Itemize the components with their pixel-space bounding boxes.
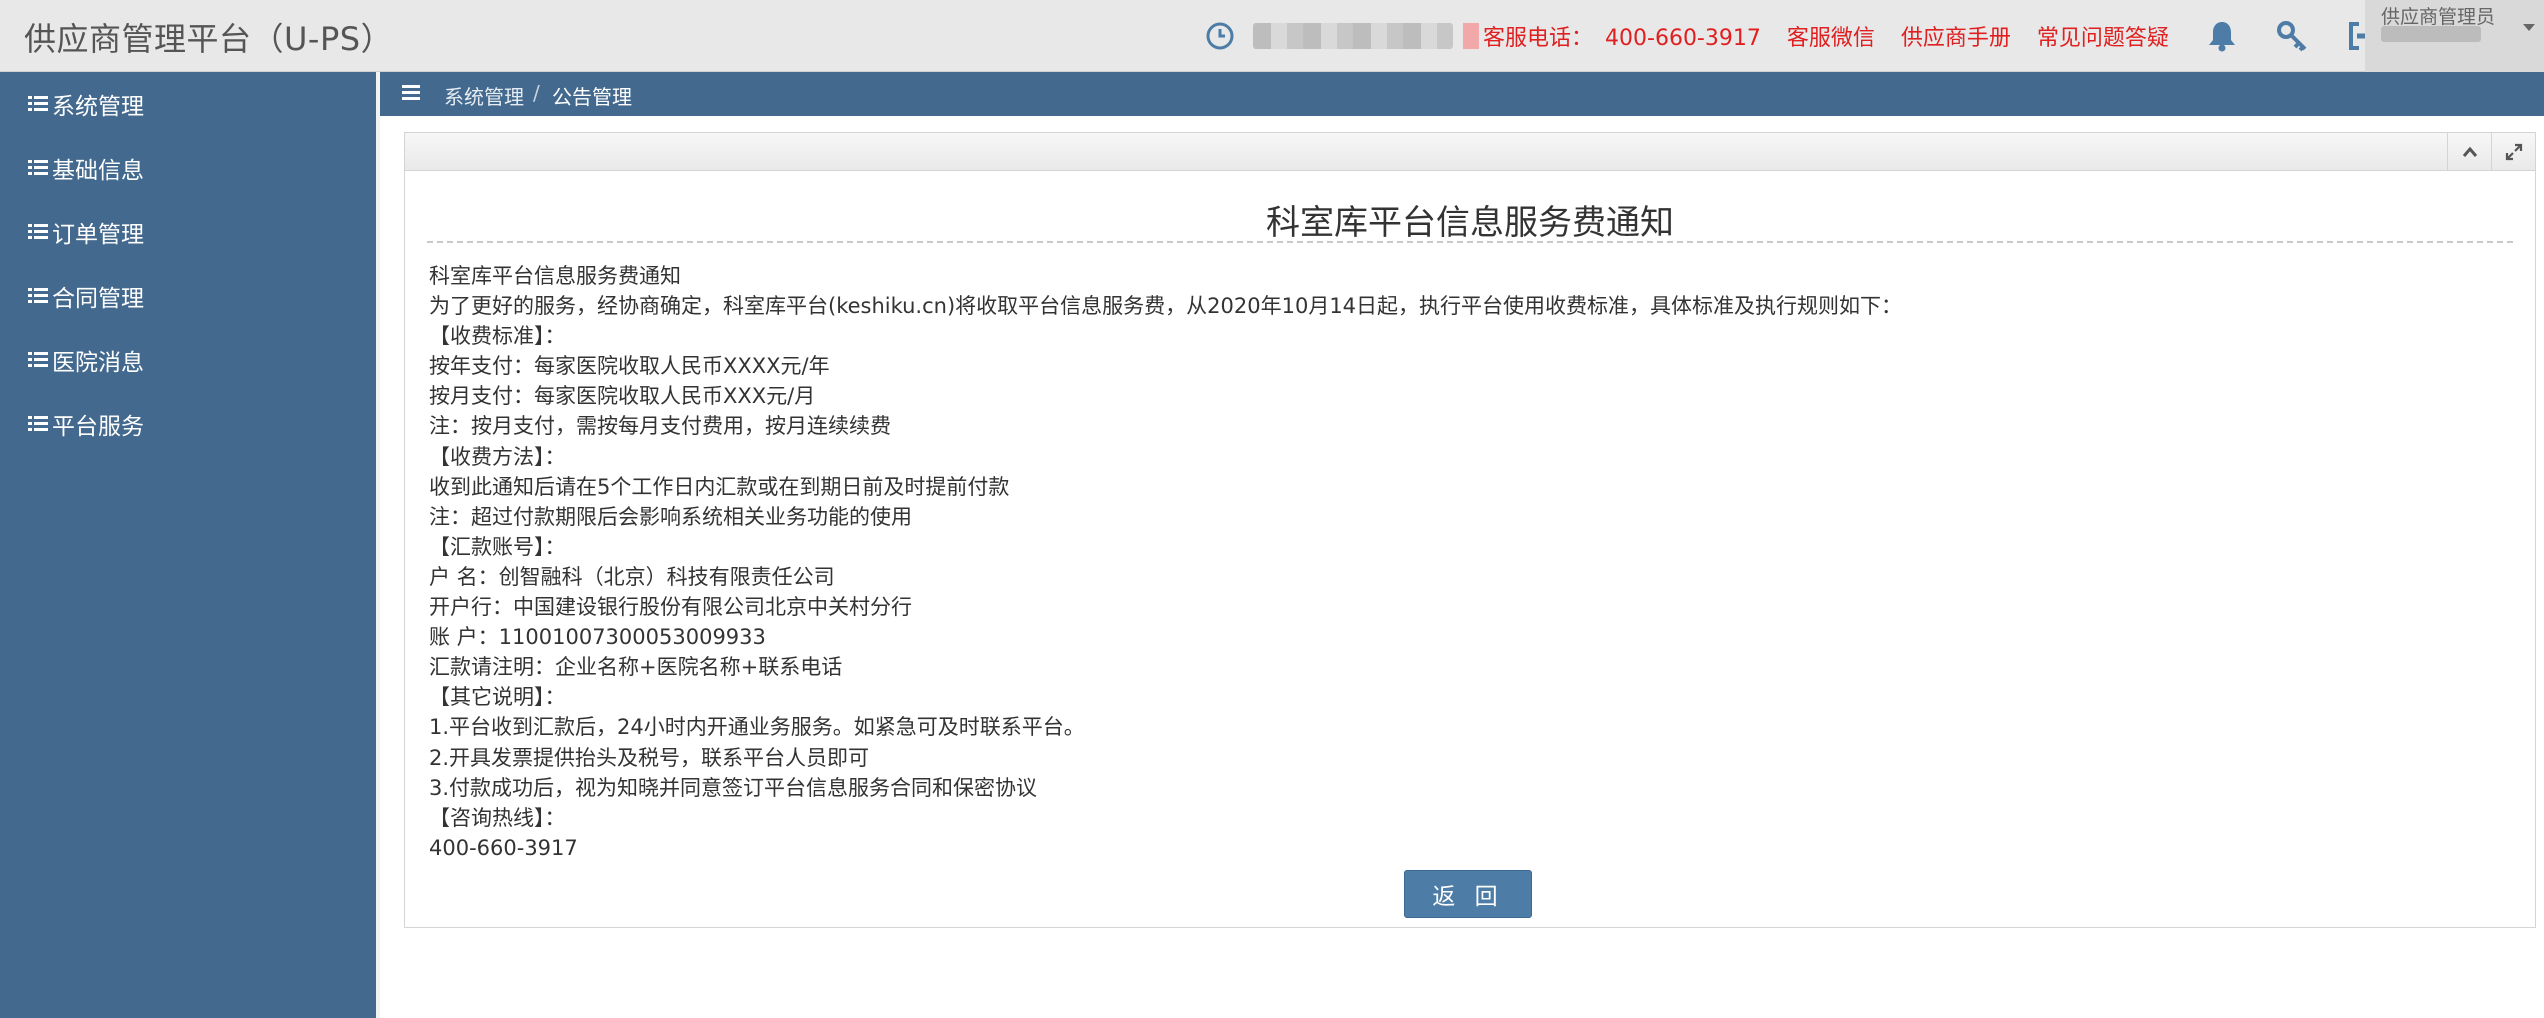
bell-icon[interactable] (2205, 19, 2239, 53)
top-navbar: 供应商管理平台（U-PS） 客服电话： 400-660-3917 客服微信 供应商… (0, 0, 2544, 72)
sidebar-item-basic-info[interactable]: 基础信息 (28, 148, 144, 188)
faq-link[interactable]: 常见问题答疑 (2037, 20, 2169, 52)
sidebar-item-orders[interactable]: 订单管理 (28, 212, 144, 252)
sidebar-item-platform-services[interactable]: 平台服务 (28, 404, 144, 444)
notice-title: 科室库平台信息服务费通知 (1266, 203, 1674, 243)
wechat-service-link[interactable]: 客服微信 (1787, 20, 1875, 52)
list-icon (28, 224, 48, 239)
sidebar-item-label: 基础信息 (52, 158, 144, 184)
notice-line: 【汇款账号】： (429, 534, 566, 559)
notice-line: 按年支付：每家医院收取人民币XXXX元/年 (429, 354, 830, 379)
sidebar-divider (376, 72, 380, 1018)
sidebar-item-system[interactable]: 系统管理 (28, 84, 144, 124)
user-role: 供应商管理员 (2381, 6, 2496, 28)
notice-line: 【咨询热线】： (429, 805, 566, 830)
panel-header (405, 133, 2535, 171)
back-button[interactable]: 返 回 (1404, 870, 1532, 918)
menu-toggle-icon[interactable] (402, 85, 420, 101)
app-title: 供应商管理平台（U-PS） (24, 20, 394, 58)
notice-line: 账 户：11001007300053009933 (429, 625, 766, 650)
hotline: 客服电话： 400-660-3917 (1483, 20, 1761, 52)
clock-icon (1205, 21, 1235, 51)
chevron-down-icon (2523, 24, 2535, 31)
breadcrumb: 系统管理 / 公告管理 (380, 72, 2544, 116)
sidebar-item-label: 订单管理 (52, 222, 144, 248)
notice-line: 1.平台收到汇款后，24小时内开通业务服务。如紧急可及时联系平台。 (429, 715, 1085, 740)
chevron-up-icon[interactable] (2447, 133, 2491, 170)
list-icon (28, 416, 48, 431)
breadcrumb-item-current: 公告管理 (552, 85, 632, 109)
notice-line: 400-660-3917 (429, 835, 578, 860)
redacted-mark (1463, 23, 1479, 49)
redacted-username (2381, 26, 2481, 42)
notice-line: 收到此通知后请在5个工作日内汇款或在到期日前及时提前付款 (429, 474, 1010, 499)
notice-line: 汇款请注明：企业名称+医院名称+联系电话 (429, 655, 843, 680)
hotline-number: 400-660-3917 (1605, 26, 1761, 51)
hotline-label: 客服电话： (1483, 26, 1594, 51)
sidebar-item-label: 合同管理 (52, 286, 144, 312)
list-icon (28, 288, 48, 303)
notice-line: 为了更好的服务，经协商确定，科室库平台(keshiku.cn)将收取平台信息服务… (429, 294, 1903, 319)
sidebar-item-hospital-messages[interactable]: 医院消息 (28, 340, 144, 380)
notice-line: 【其它说明】： (429, 685, 566, 710)
list-icon (28, 96, 48, 111)
sidebar: 系统管理 基础信息 订单管理 合同管理 医院消息 平台服务 (0, 72, 376, 1018)
key-icon[interactable] (2275, 19, 2309, 53)
title-divider (427, 241, 2513, 243)
notice-line: 开户行：中国建设银行股份有限公司北京中关村分行 (429, 595, 912, 620)
list-icon (28, 352, 48, 367)
notice-line: 注：按月支付，需按每月支付费用，按月连续续费 (429, 414, 891, 439)
user-menu[interactable]: 供应商管理员 (2365, 0, 2544, 72)
notice-line: 【收费标准】： (429, 324, 566, 349)
sidebar-item-label: 系统管理 (52, 94, 144, 120)
notice-line: 按月支付：每家医院收取人民币XXX元/月 (429, 384, 816, 409)
notice-line: 3.付款成功后，视为知晓并同意签订平台信息服务合同和保密协议 (429, 775, 1038, 800)
sidebar-item-contracts[interactable]: 合同管理 (28, 276, 144, 316)
supplier-manual-link[interactable]: 供应商手册 (1901, 20, 2011, 52)
notice-line: 【收费方法】： (429, 444, 566, 469)
notice-line: 户 名：创智融科（北京）科技有限责任公司 (429, 564, 835, 589)
breadcrumb-separator: / (533, 81, 540, 105)
sidebar-item-label: 医院消息 (52, 350, 144, 376)
notice-body: 科室库平台信息服务费通知 为了更好的服务，经协商确定，科室库平台(keshiku… (429, 261, 2509, 863)
notice-line: 注：超过付款期限后会影响系统相关业务功能的使用 (429, 504, 912, 529)
breadcrumb-item-system[interactable]: 系统管理 (444, 81, 524, 110)
navbar-right: 客服电话： 400-660-3917 客服微信 供应商手册 常见问题答疑 (1205, 0, 2379, 72)
redacted-info (1253, 23, 1453, 49)
sidebar-item-label: 平台服务 (52, 414, 144, 440)
notice-panel: 科室库平台信息服务费通知 科室库平台信息服务费通知 为了更好的服务，经协商确定，… (404, 132, 2536, 928)
notice-line: 科室库平台信息服务费通知 (429, 264, 681, 288)
list-icon (28, 160, 48, 175)
notice-line: 2.开具发票提供抬头及税号，联系平台人员即可 (429, 745, 870, 770)
expand-icon[interactable] (2491, 133, 2535, 170)
